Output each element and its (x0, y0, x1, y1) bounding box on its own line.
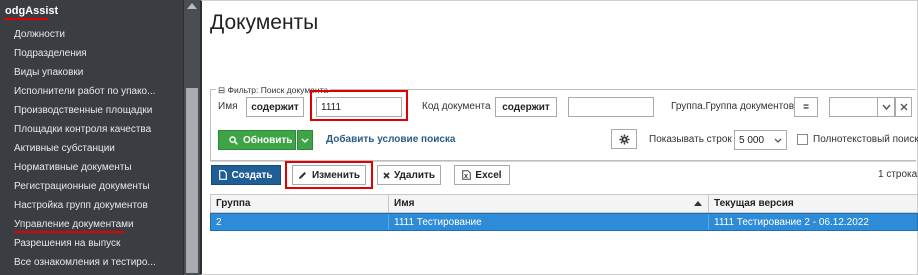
page-title: Документы (210, 11, 319, 34)
fulltext-checkbox[interactable] (797, 134, 808, 145)
sidebar-item-all-acknowledgements[interactable]: Все ознакомления и тестиро... (14, 257, 156, 268)
sidebar-item-departments[interactable]: Подразделения (14, 48, 87, 59)
sidebar-item-active-substances[interactable]: Активные субстанции (14, 143, 115, 154)
excel-label: Excel (475, 169, 502, 181)
sidebar-scrollbar[interactable] (183, 0, 200, 275)
sidebar-item-positions[interactable]: Должности (14, 29, 65, 40)
clear-icon[interactable] (895, 97, 912, 117)
annotation-underline (4, 18, 48, 20)
code-operator-button[interactable]: содержит (495, 97, 557, 117)
document-group-select[interactable] (829, 97, 877, 117)
column-header-name[interactable]: Имя (389, 195, 709, 212)
new-document-icon (219, 170, 228, 180)
sidebar-item-doc-groups-settings[interactable]: Настройка групп документов (14, 200, 148, 211)
scroll-thumb[interactable] (186, 88, 198, 273)
excel-button[interactable]: Excel (454, 165, 510, 185)
fulltext-label: Полнотекстовый поиск (813, 134, 918, 145)
group-operator-button[interactable]: = (794, 97, 818, 117)
sidebar-item-release-permits[interactable]: Разрешения на выпуск (14, 238, 120, 249)
excel-file-icon (462, 170, 472, 180)
document-code-label: Код документа (422, 101, 491, 112)
show-rows-label: Показывать строк (649, 134, 732, 145)
sidebar-item-document-management[interactable]: Управление документами (14, 219, 134, 230)
sidebar-item-qc-sites[interactable]: Площадки контроля качества (14, 124, 151, 135)
show-rows-value: 5 000 (739, 134, 765, 146)
search-icon (229, 135, 238, 145)
create-button[interactable]: Создать (211, 165, 281, 185)
settings-button[interactable] (611, 129, 637, 149)
sidebar-item-normative-docs[interactable]: Нормативные документы (14, 162, 132, 173)
table-header: Группа Имя Текущая версия (210, 194, 918, 213)
sort-ascending-icon (694, 201, 702, 206)
column-header-group[interactable]: Группа (211, 195, 389, 212)
annotation-underline (14, 231, 125, 233)
close-icon (383, 171, 390, 179)
table-row[interactable]: 2 1111 Тестирование 1111 Тестирование 2 … (210, 213, 918, 231)
gear-icon (618, 133, 630, 145)
delete-button[interactable]: Удалить (377, 165, 441, 185)
scroll-up-arrow-icon[interactable] (187, 3, 197, 9)
sidebar-item-registration-docs[interactable]: Регистрационные документы (14, 181, 150, 192)
document-code-input[interactable] (568, 97, 654, 117)
refresh-label: Обновить (243, 134, 293, 146)
annotation-box (310, 90, 408, 121)
refresh-button[interactable]: Обновить (218, 130, 296, 150)
sidebar-menu: odgAssist Должности Подразделения Виды у… (0, 0, 183, 275)
sidebar-item-packaging-types[interactable]: Виды упаковки (14, 67, 83, 78)
annotation-box (285, 161, 373, 189)
cell-group: 2 (211, 214, 389, 230)
add-condition-link[interactable]: Добавить условие поиска (326, 134, 455, 145)
name-label: Имя (218, 101, 238, 112)
main-content: Документы ⊟ Фильтр: Поиск документа Имя … (200, 0, 918, 275)
row-count: 1 строка (878, 169, 918, 180)
cell-current-version: 1111 Тестирование 2 - 06.12.2022 (714, 216, 869, 228)
chevron-down-icon[interactable] (877, 97, 895, 117)
create-label: Создать (231, 169, 273, 181)
column-header-name-label: Имя (394, 198, 415, 209)
app-title[interactable]: odgAssist (5, 5, 58, 17)
sidebar: odgAssist Должности Подразделения Виды у… (0, 0, 200, 275)
delete-label: Удалить (393, 169, 436, 181)
cell-name: 1111 Тестирование (389, 214, 709, 230)
show-rows-select[interactable]: 5 000 (734, 130, 787, 150)
sidebar-item-production-sites[interactable]: Производственные площадки (14, 105, 152, 116)
chevron-down-icon (774, 138, 782, 143)
name-operator-button[interactable]: содержит (246, 97, 304, 117)
document-group-label: Группа.Группа документов (671, 101, 795, 112)
sidebar-item-packaging-contractors[interactable]: Исполнители работ по упако... (14, 86, 155, 97)
refresh-dropdown-toggle[interactable] (297, 130, 313, 150)
column-header-current-version[interactable]: Текущая версия (709, 195, 917, 212)
